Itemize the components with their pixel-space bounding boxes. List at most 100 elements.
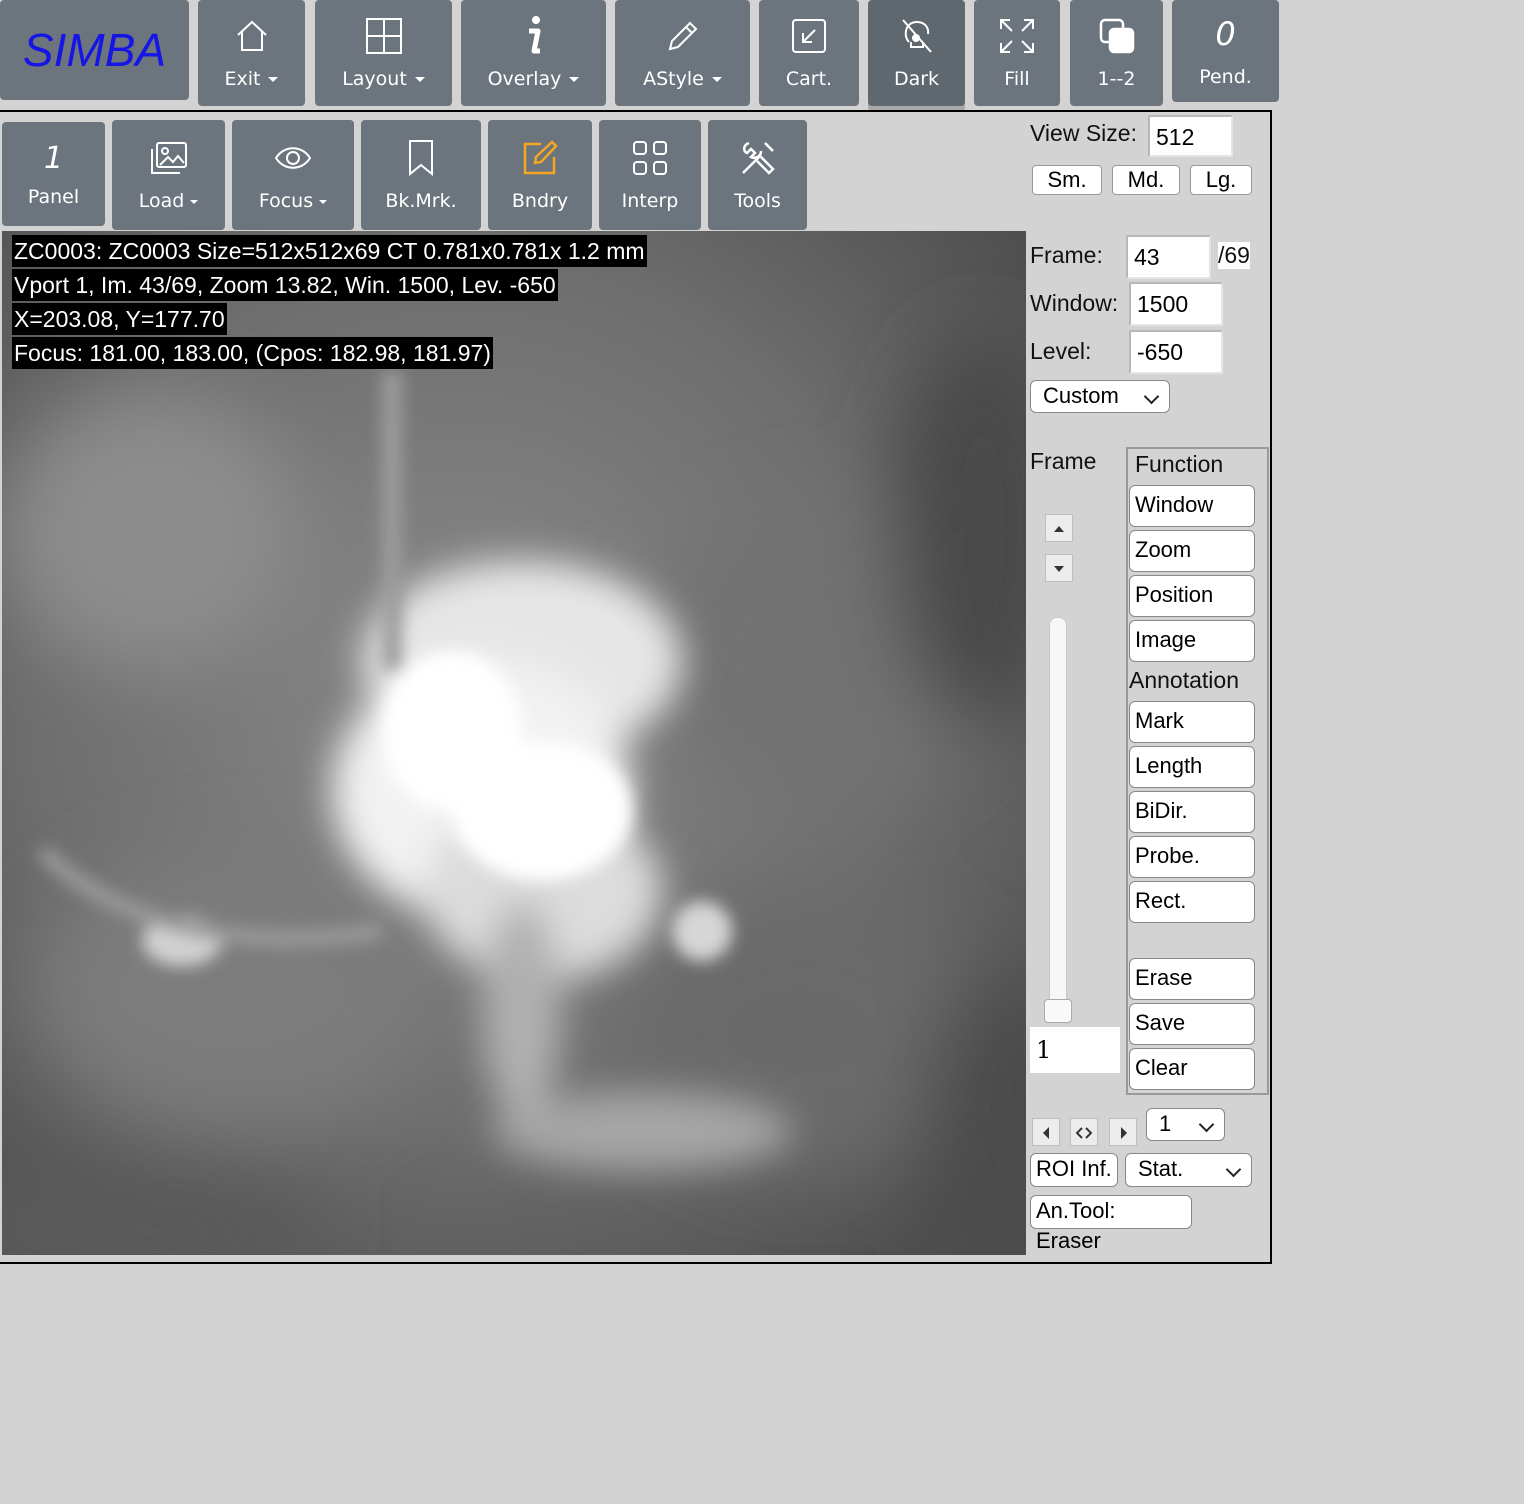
- panel-button[interactable]: 1 Panel: [2, 122, 105, 226]
- frame-slider-thumb[interactable]: [1044, 999, 1072, 1023]
- frame-slider-track[interactable]: [1044, 617, 1072, 1023]
- frame-label: Frame:: [1030, 242, 1103, 268]
- boundary-label: Bndry: [511, 190, 569, 212]
- panel-number: 1: [43, 140, 64, 176]
- caret-down-icon: [268, 77, 279, 82]
- roi-index-value: 1: [1159, 1111, 1172, 1136]
- left-right-icon: [1075, 1127, 1093, 1139]
- overlay-button[interactable]: Overlay: [461, 0, 606, 106]
- chevron-down-icon: [1225, 1161, 1242, 1178]
- frame-up-button[interactable]: [1045, 514, 1073, 542]
- focus-button[interactable]: Focus: [232, 120, 354, 230]
- roi-swap-button[interactable]: [1070, 1118, 1098, 1146]
- frame-slider-label: Frame: [1030, 448, 1097, 474]
- lightbulb-off-icon: [901, 19, 932, 53]
- caret-down-icon: [319, 199, 328, 204]
- annotation-rect-button[interactable]: Rect.: [1129, 881, 1255, 923]
- layout-button[interactable]: Layout: [315, 0, 452, 106]
- focus-label: Focus: [258, 190, 314, 212]
- pending-label: Pend.: [1199, 66, 1252, 88]
- annotation-mark-button[interactable]: Mark: [1129, 701, 1255, 743]
- annotation-tool-button[interactable]: An.Tool: Eraser: [1030, 1195, 1192, 1253]
- fill-button[interactable]: Fill: [974, 0, 1060, 106]
- size-large-button[interactable]: Lg.: [1190, 165, 1252, 195]
- window-preset-select[interactable]: Custom: [1030, 380, 1170, 413]
- roi-next-button[interactable]: [1109, 1118, 1137, 1146]
- expand-icon: [1000, 19, 1034, 53]
- save-button[interactable]: Save: [1129, 1003, 1255, 1045]
- fill-label: Fill: [1004, 68, 1030, 90]
- tools-label: Tools: [734, 190, 781, 212]
- function-image-button[interactable]: Image: [1129, 620, 1255, 662]
- frame-input[interactable]: 43: [1126, 235, 1211, 279]
- frame-down-button[interactable]: [1045, 554, 1073, 582]
- frame-total: /69: [1218, 242, 1250, 269]
- caret-down-icon: [711, 77, 722, 82]
- function-position-button[interactable]: Position: [1129, 575, 1255, 617]
- annotation-probe-button[interactable]: Probe.: [1129, 836, 1255, 878]
- function-window-button[interactable]: Window: [1129, 485, 1255, 527]
- grid-icon: [365, 18, 402, 54]
- dark-button[interactable]: Dark: [868, 0, 965, 106]
- pencil-icon: [668, 21, 697, 51]
- layout-label: Layout: [342, 68, 407, 90]
- overlay-focus-info: Focus: 181.00, 183.00, (Cpos: 182.98, 18…: [12, 337, 493, 369]
- triangle-down-icon: [1054, 566, 1064, 572]
- caret-down-icon: [569, 77, 580, 82]
- roi-prev-button[interactable]: [1032, 1118, 1060, 1146]
- annotation-length-button[interactable]: Length: [1129, 746, 1255, 788]
- bookmark-label: Bk.Mrk.: [385, 190, 457, 212]
- size-small-button[interactable]: Sm.: [1032, 165, 1102, 195]
- function-zoom-button[interactable]: Zoom: [1129, 530, 1255, 572]
- overlay-label: Overlay: [487, 68, 562, 90]
- overlay-viewport-info: Vport 1, Im. 43/69, Zoom 13.82, Win. 150…: [12, 269, 558, 301]
- annotation-bidir-button[interactable]: BiDir.: [1129, 791, 1255, 833]
- triangle-up-icon: [1054, 526, 1064, 532]
- pending-button[interactable]: 0 Pend.: [1172, 0, 1279, 102]
- view-size-input[interactable]: 512: [1148, 115, 1233, 157]
- bookmark-button[interactable]: Bk.Mrk.: [361, 120, 481, 230]
- window-input[interactable]: 1500: [1129, 282, 1223, 326]
- interp-button[interactable]: Interp: [599, 120, 701, 230]
- load-label: Load: [138, 190, 185, 212]
- cart-label: Cart.: [785, 68, 833, 90]
- one-two-button[interactable]: 1--2: [1070, 0, 1163, 106]
- clear-button[interactable]: Clear: [1129, 1048, 1255, 1090]
- roi-index-select[interactable]: 1: [1146, 1108, 1225, 1141]
- simba-logo: SIMBA: [0, 0, 189, 100]
- stat-value: Stat.: [1138, 1156, 1184, 1181]
- preset-value: Custom: [1043, 383, 1119, 408]
- overlay-cursor-coords: X=203.08, Y=177.70: [12, 303, 227, 335]
- arrow-in-box-icon: [792, 19, 826, 53]
- load-button[interactable]: Load: [112, 120, 225, 230]
- astyle-button[interactable]: AStyle: [615, 0, 750, 106]
- size-medium-button[interactable]: Md.: [1112, 165, 1180, 195]
- one-two-label: 1--2: [1097, 68, 1136, 90]
- overlap-squares-icon: [1099, 18, 1134, 54]
- boundary-button[interactable]: Bndry: [488, 120, 592, 230]
- caret-down-icon: [190, 199, 199, 204]
- tools-icon: [741, 141, 775, 175]
- level-input[interactable]: -650: [1129, 330, 1223, 374]
- roi-info-button[interactable]: ROI Inf.: [1030, 1153, 1118, 1187]
- window-label: Window:: [1030, 290, 1119, 316]
- astyle-label: AStyle: [643, 68, 704, 90]
- exit-button[interactable]: Exit: [198, 0, 305, 106]
- erase-button[interactable]: Erase: [1129, 958, 1255, 1000]
- tools-button[interactable]: Tools: [708, 120, 807, 230]
- ct-scan-image: [2, 231, 1026, 1255]
- image-icon: [150, 142, 187, 174]
- pending-count: 0: [1215, 15, 1236, 53]
- frame-slider-value: 1: [1030, 1027, 1120, 1073]
- view-size-label: View Size:: [1030, 120, 1137, 146]
- bookmark-icon: [409, 140, 433, 177]
- chevron-down-icon: [1143, 388, 1160, 405]
- image-viewport[interactable]: ZC0003: ZC0003 Size=512x512x69 CT 0.781x…: [2, 231, 1026, 1255]
- function-title: Function: [1135, 451, 1224, 477]
- panel-label: Panel: [27, 186, 80, 208]
- overlay-study-info: ZC0003: ZC0003 Size=512x512x69 CT 0.781x…: [12, 235, 647, 267]
- cart-button[interactable]: Cart.: [759, 0, 859, 106]
- interp-label: Interp: [621, 190, 679, 212]
- annotation-title: Annotation: [1129, 667, 1239, 693]
- stat-select[interactable]: Stat.: [1125, 1153, 1252, 1187]
